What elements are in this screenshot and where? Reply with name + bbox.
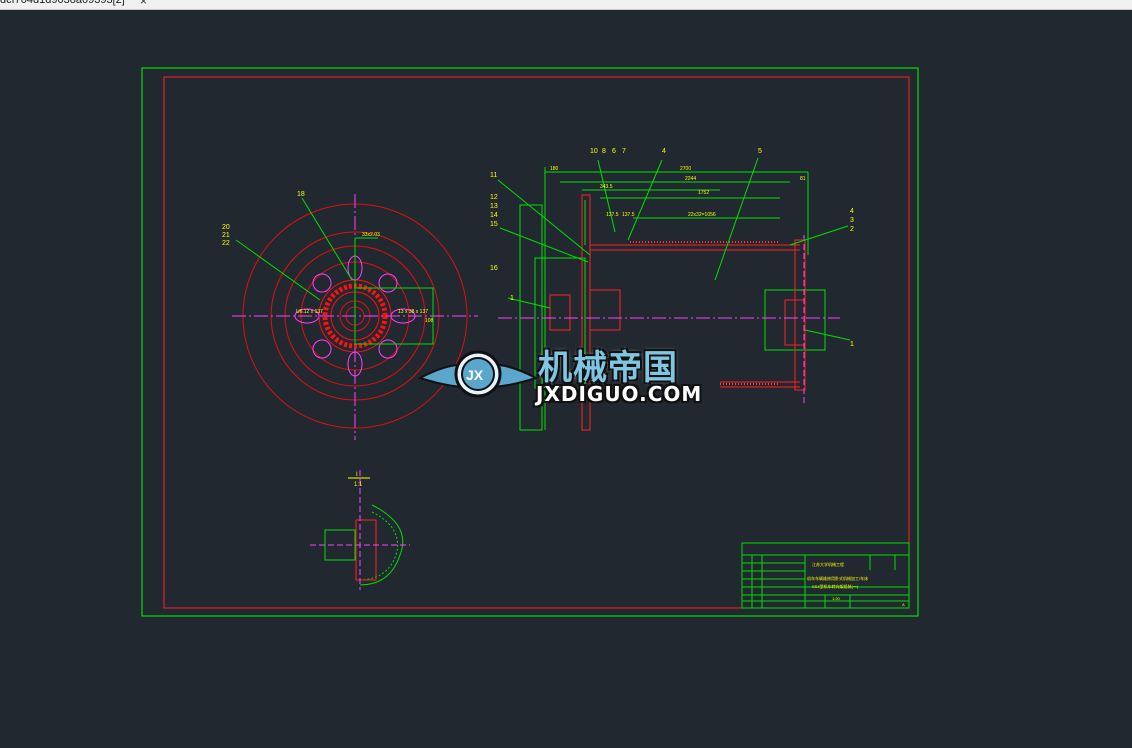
svg-text:108: 108 — [425, 318, 434, 324]
svg-text:33x2.03: 33x2.03 — [362, 232, 380, 238]
part-label: 12 — [490, 194, 498, 201]
title-block-sheet: A — [902, 602, 905, 607]
part-label: 5 — [758, 148, 762, 155]
part-label: 21 — [222, 232, 230, 239]
detail-view — [310, 470, 410, 590]
part-label: 6 — [612, 148, 616, 155]
part-label: 1 — [510, 295, 514, 302]
dim-label: 137.5 — [606, 212, 619, 218]
svg-text:U6.12 x 137: U6.12 x 137 — [296, 309, 323, 315]
part-label: 11 — [490, 172, 497, 179]
part-label: 20 — [222, 224, 230, 231]
part-label: 2 — [850, 226, 854, 233]
document-tab[interactable]: dcf704d1d9038a09393[2] — [0, 0, 133, 9]
part-label: 10 — [590, 148, 598, 155]
svg-text:13 x 38 x 137: 13 x 38 x 137 — [398, 309, 428, 315]
dim-label: 180 — [550, 166, 559, 172]
part-label: 13 — [490, 203, 498, 210]
part-label: 14 — [490, 212, 498, 219]
watermark-en: JXDIGUO.COM — [536, 382, 703, 406]
part-label: 1 — [850, 341, 854, 348]
dim-label: 22x32=1056 — [688, 212, 716, 218]
dim-label: 2244 — [685, 176, 696, 182]
part-label: 7 — [622, 148, 626, 155]
section-mark: I — [356, 472, 358, 478]
part-label: 4 — [662, 148, 666, 155]
dim-label: 137.5 — [622, 212, 635, 218]
title-block-line1: 机车车辆维修用卧式机械加工/车床 — [807, 575, 868, 581]
title-block-line2: SS4型机车转向架组装(一) — [812, 583, 859, 589]
dim-label: 1752 — [698, 190, 709, 196]
scale-label: 1:1 — [354, 482, 363, 488]
part-label: 16 — [490, 265, 498, 272]
part-label: 8 — [602, 148, 606, 155]
document-tab-bar: dcf704d1d9038a09393[2] × — [0, 0, 1132, 10]
title-block-scale: 1:20 — [832, 596, 841, 601]
title-block-school: 江苏大学机械工程 — [812, 561, 844, 567]
dim-label: 343.5 — [600, 184, 613, 190]
part-label: 15 — [490, 221, 498, 228]
dim-label: 2700 — [680, 166, 691, 172]
part-label: 4 — [850, 208, 854, 215]
part-label: 18 — [297, 191, 305, 198]
part-label: 3 — [850, 217, 854, 224]
part-label: 22 — [222, 240, 230, 247]
dim-label: 81 — [800, 176, 806, 182]
svg-text:JX: JX — [466, 367, 484, 383]
close-tab-icon[interactable]: × — [140, 0, 147, 8]
watermark-logo-icon: JX — [418, 350, 538, 398]
watermark: JX 机械帝国 JXDIGUO.COM — [418, 338, 718, 408]
